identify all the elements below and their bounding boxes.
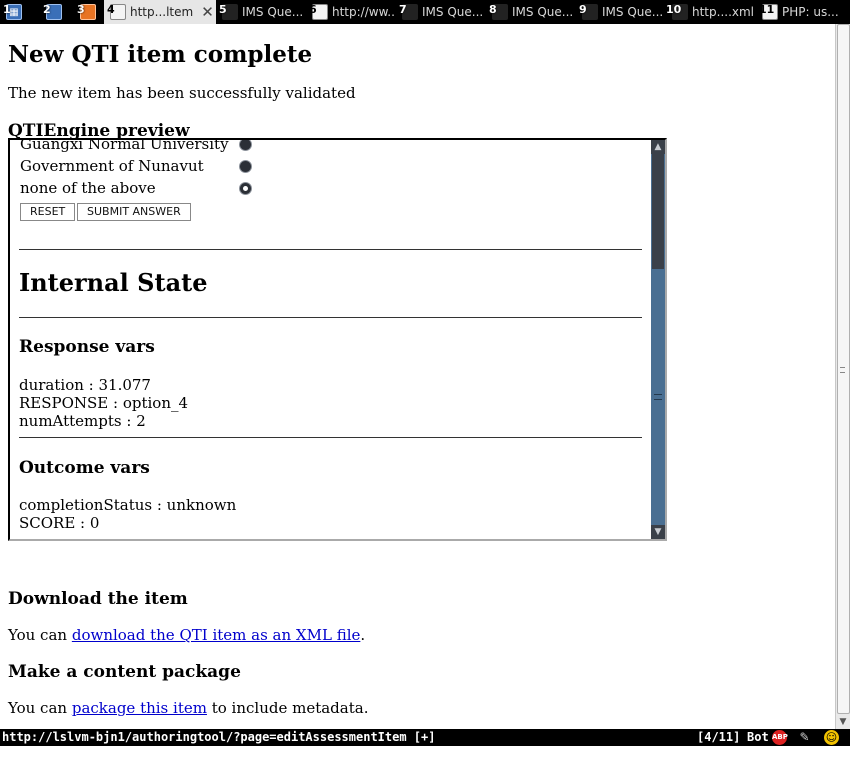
tab-number: 10 [666,3,682,16]
internal-state-title: Internal State [19,268,208,297]
tab-label: IMS Que... [512,5,574,19]
tab-8[interactable]: 8 IMS Que... [486,0,576,24]
qti-preview-frame[interactable]: Guangxi Normal University Government of … [8,138,667,541]
reset-button[interactable]: RESET [20,203,76,221]
download-prefix: You can [8,626,72,644]
response-var: RESPONSE : option_4 [19,394,189,412]
download-text: You can download the QTI item as an XML … [8,626,808,644]
close-icon[interactable]: ✕ [201,3,214,21]
choice-label: Guangxi Normal University [20,140,229,153]
divider [19,249,642,250]
package-suffix: to include metadata. [206,699,369,717]
choice-radio-3-selected[interactable] [239,182,252,195]
package-heading: Make a content package [8,662,241,682]
outcome-var: completionStatus : unknown [19,496,237,514]
scroll-position: Bot [747,730,769,744]
tab-11[interactable]: 11 PHP: us... [756,0,850,24]
choice-label: Government of Nunavut [20,157,204,175]
tab-position: [4/11] [697,730,741,744]
tab-number: 2 [43,3,51,16]
tab-bar: ▦ 1 2 3 4 http...ltem ✕ 5 IMS Que... 6 h… [0,0,850,24]
adblock-icon[interactable]: ABP [772,730,788,745]
tab-9[interactable]: 9 IMS Que... [576,0,666,24]
page-title: New QTI item complete [8,41,313,68]
tab-number: 7 [399,3,407,16]
package-item-link[interactable]: package this item [72,699,207,717]
divider [19,317,642,318]
status-url: http://lslvm-bjn1/authoringtool/?page=ed… [2,730,436,744]
tab-number: 9 [579,3,587,16]
download-heading: Download the item [8,589,188,609]
tab-5[interactable]: 5 IMS Que... [216,0,306,24]
tab-label: http...ltem [130,5,194,19]
tab-number: 6 [309,3,317,16]
tab-number: 1 [3,3,11,16]
tab-number: 11 [759,3,775,16]
scroll-up-arrow-icon[interactable]: ▲ [651,140,665,154]
tab-10[interactable]: 10 http....xml [666,0,756,24]
tab-number: 5 [219,3,227,16]
submit-answer-button[interactable]: SUBMIT ANSWER [77,203,191,221]
download-xml-link[interactable]: download the QTI item as an XML file [72,626,361,644]
outcome-var: SCORE : 0 [19,514,100,532]
tab-label: http://ww... [332,5,396,19]
tab-number: 4 [107,3,115,16]
divider [19,437,642,438]
smiley-icon[interactable]: ☺ [824,730,839,745]
tab-label: http....xml [692,5,755,19]
grip-icon [654,394,662,400]
page-scrollbar[interactable]: ▼ [835,24,850,729]
download-suffix: . [360,626,366,644]
outcome-vars-title: Outcome vars [19,458,150,478]
tab-6[interactable]: 6 http://ww... [306,0,396,24]
tab-4-active[interactable]: 4 http...ltem ✕ [104,0,216,24]
download-section: Download the item You can download the Q… [8,589,808,717]
tab-1[interactable]: ▦ 1 [0,0,40,24]
tab-label: IMS Que... [242,5,304,19]
choice-radio-2[interactable] [239,160,252,173]
validation-message: The new item has been successfully valid… [8,84,356,102]
response-var: duration : 31.077 [19,376,151,394]
preview-scrollbar[interactable]: ▲ ▼ [651,140,665,539]
pencil-icon[interactable]: ✎ [797,730,812,745]
package-prefix: You can [8,699,72,717]
scrollbar-thumb[interactable] [652,154,664,269]
scroll-down-arrow-icon[interactable]: ▼ [651,525,665,539]
preview-content: Guangxi Normal University Government of … [10,140,651,539]
tab-number: 8 [489,3,497,16]
tab-7[interactable]: 7 IMS Que... [396,0,486,24]
package-text: You can package this item to include met… [8,699,808,717]
tab-2[interactable]: 2 [40,0,74,24]
tab-3[interactable]: 3 [74,0,104,24]
scroll-down-arrow-icon[interactable]: ▼ [836,715,850,729]
tab-label: IMS Que... [602,5,664,19]
choice-radio-1[interactable] [239,140,252,151]
tab-label: PHP: us... [782,5,839,19]
grip-icon [840,367,845,373]
tab-number: 3 [77,3,85,16]
response-vars-title: Response vars [19,337,155,357]
response-var: numAttempts : 2 [19,412,146,430]
choice-label: none of the above [20,179,156,197]
below-status-area [0,746,850,762]
tab-label: IMS Que... [422,5,484,19]
status-bar: http://lslvm-bjn1/authoringtool/?page=ed… [0,729,850,746]
